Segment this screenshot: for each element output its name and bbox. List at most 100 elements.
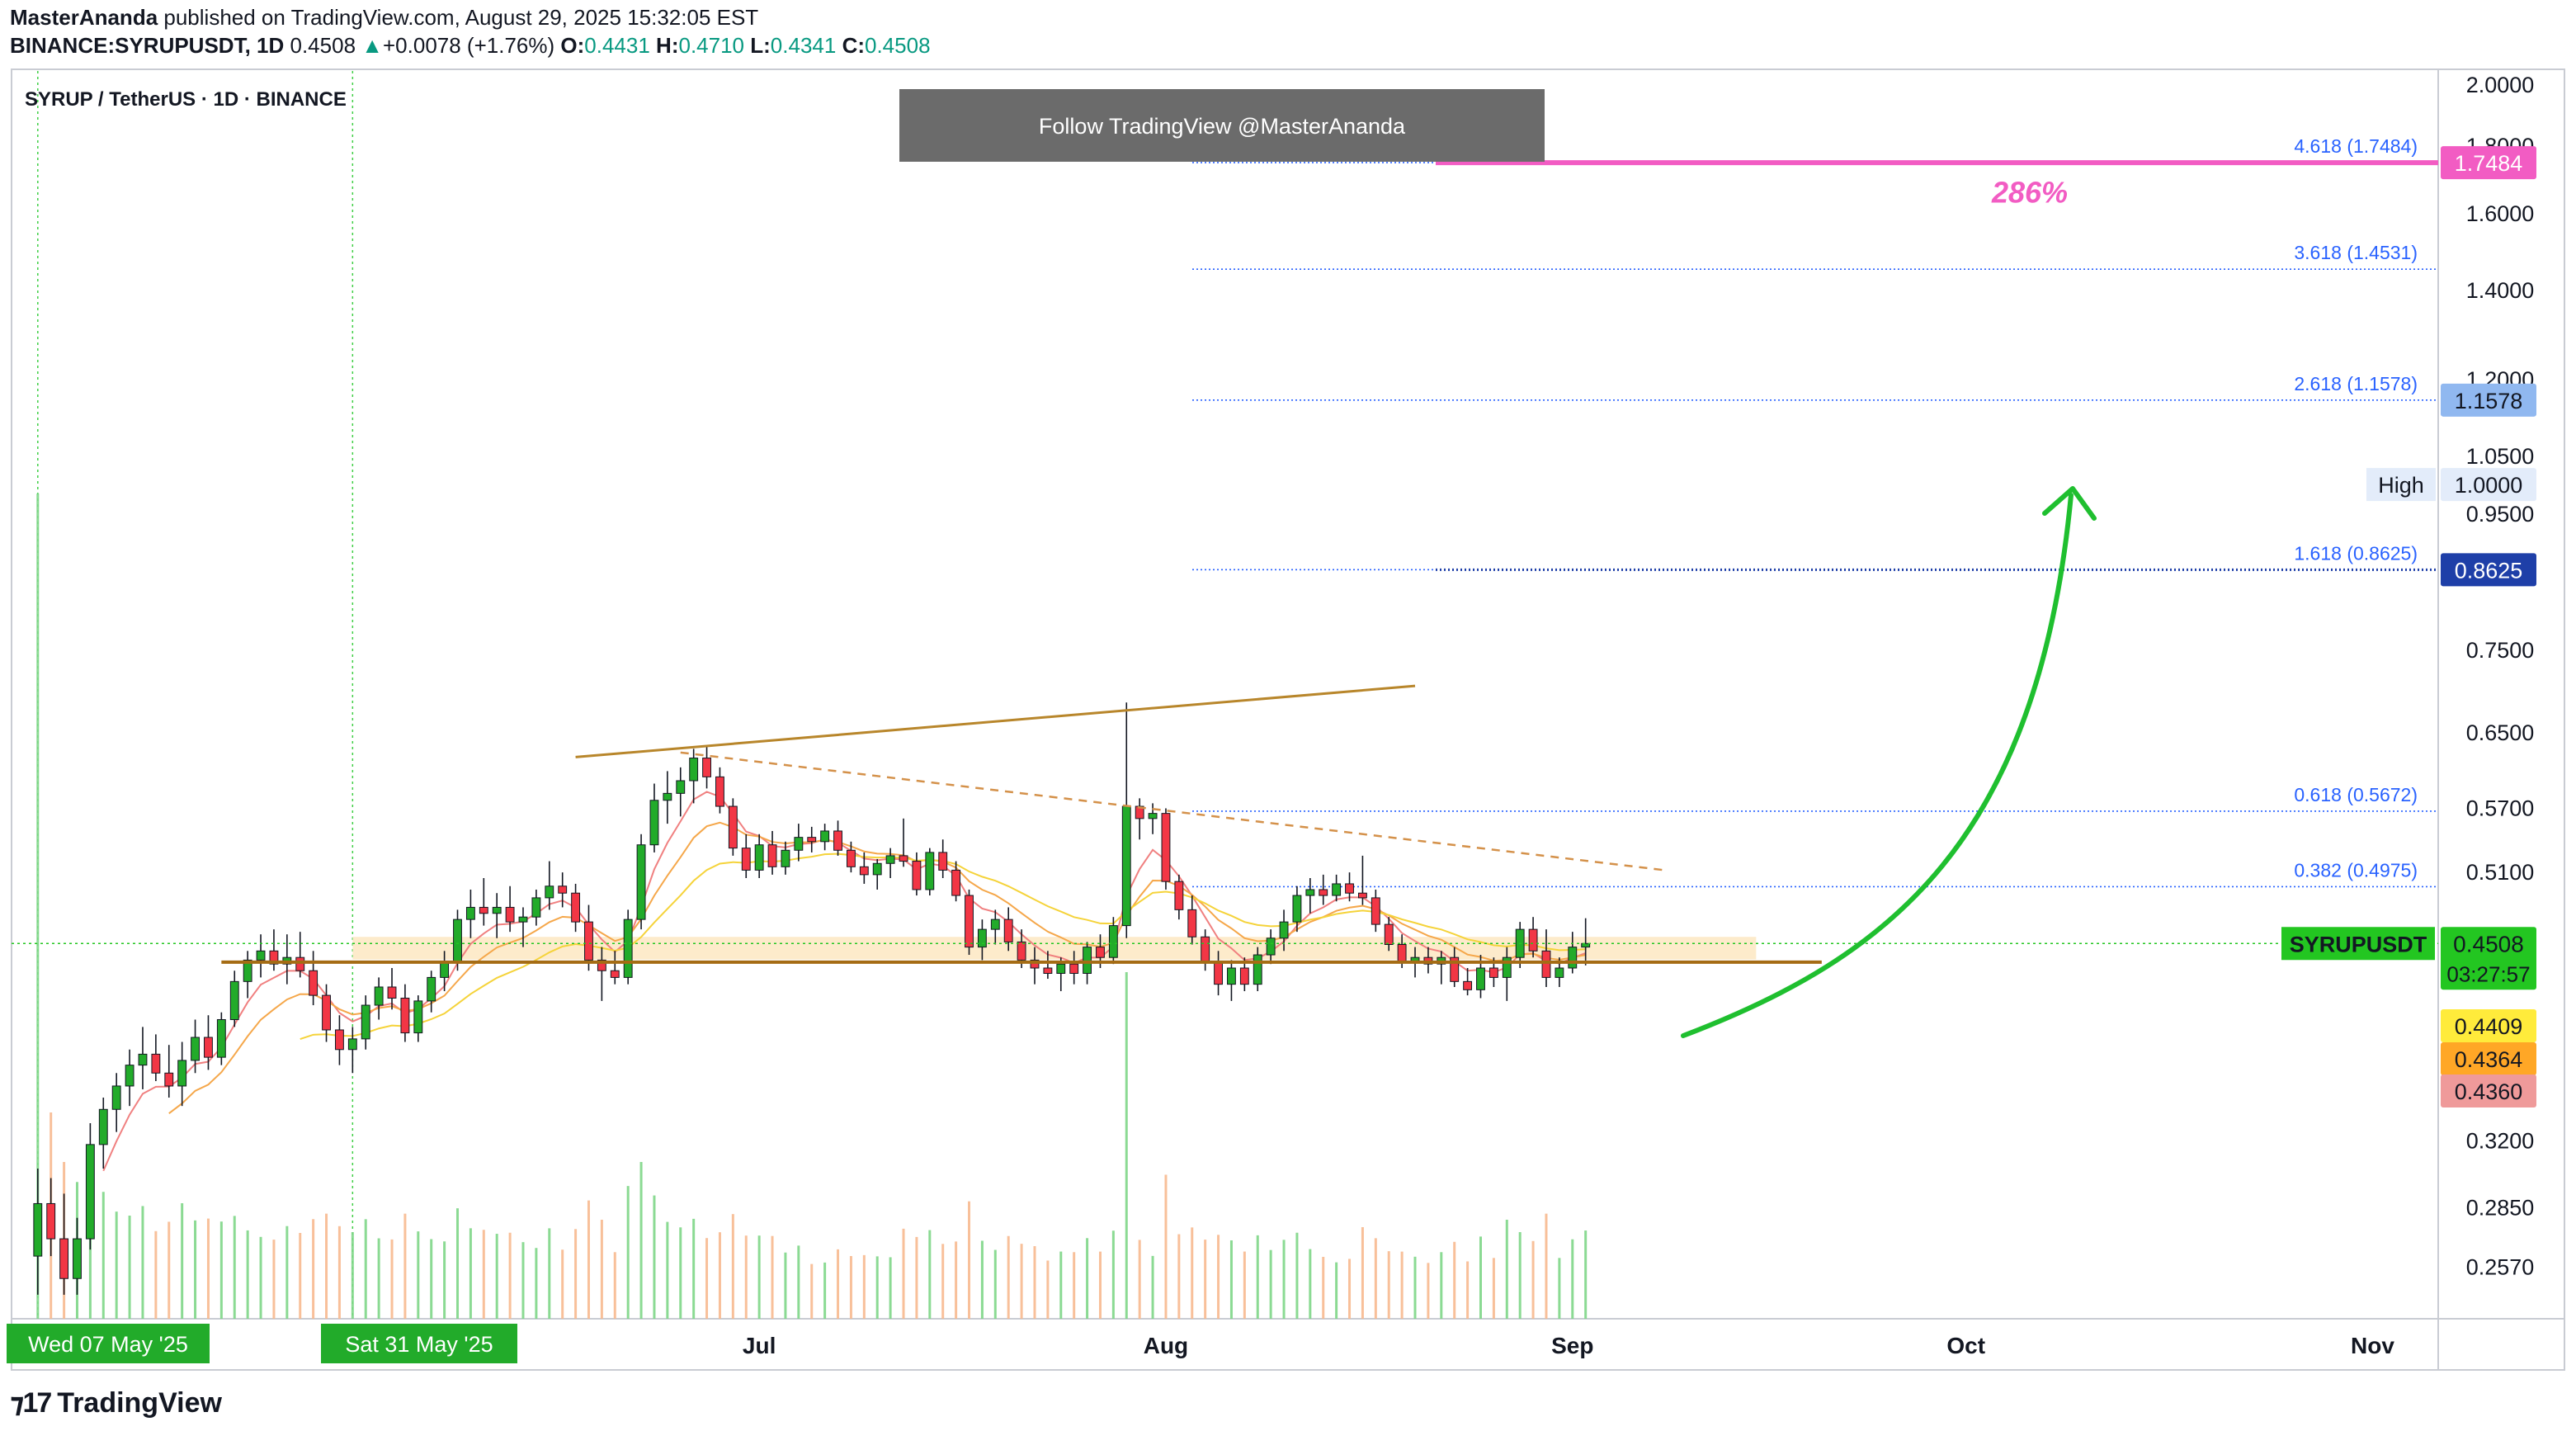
volume-bar: [587, 1200, 590, 1319]
candle[interactable]: [938, 839, 948, 879]
price-axis-label: 0.4360: [2455, 1079, 2523, 1104]
candle[interactable]: [1319, 874, 1328, 905]
candle[interactable]: [885, 848, 895, 879]
candle[interactable]: [531, 889, 541, 926]
candle[interactable]: [925, 848, 935, 896]
candle[interactable]: [872, 858, 882, 890]
candle-body: [125, 1065, 134, 1087]
candle-body: [899, 855, 908, 862]
candle[interactable]: [269, 929, 279, 971]
candle[interactable]: [427, 971, 436, 1013]
candle[interactable]: [728, 798, 738, 856]
candle[interactable]: [309, 951, 318, 1006]
candle[interactable]: [1227, 960, 1236, 1001]
candle[interactable]: [361, 995, 370, 1050]
candle-body: [925, 852, 935, 890]
candle[interactable]: [1187, 895, 1197, 945]
candle[interactable]: [794, 824, 804, 862]
candle[interactable]: [741, 834, 751, 879]
candle[interactable]: [125, 1049, 134, 1107]
volume-bar: [1505, 1220, 1508, 1319]
candle[interactable]: [912, 852, 922, 896]
candle[interactable]: [295, 932, 305, 978]
candle[interactable]: [951, 861, 961, 902]
candle[interactable]: [1463, 967, 1473, 996]
candle[interactable]: [229, 971, 239, 1027]
x-tick-label: Jul: [743, 1333, 776, 1358]
candle[interactable]: [151, 1034, 161, 1082]
candle-body: [872, 862, 882, 876]
candle[interactable]: [1357, 855, 1367, 905]
candle[interactable]: [965, 889, 974, 956]
candle[interactable]: [1371, 889, 1380, 933]
volume-bar: [1361, 1227, 1364, 1319]
candle[interactable]: [98, 1097, 108, 1169]
candle[interactable]: [715, 767, 724, 814]
candle-body: [1214, 962, 1223, 985]
candle[interactable]: [899, 818, 908, 867]
resistance-trendline[interactable]: [575, 684, 1416, 758]
candle[interactable]: [545, 861, 554, 910]
candle[interactable]: [623, 909, 633, 985]
candle[interactable]: [111, 1073, 121, 1132]
candle[interactable]: [676, 767, 686, 817]
candle[interactable]: [663, 771, 672, 824]
y-tick-label: 0.6500: [2466, 720, 2535, 745]
volume-bar: [1086, 1238, 1089, 1319]
candle[interactable]: [400, 984, 410, 1042]
tradingview-logo[interactable]: ⁊17 TradingView: [10, 1386, 222, 1419]
candle[interactable]: [1201, 929, 1210, 971]
candle[interactable]: [256, 934, 266, 978]
candle[interactable]: [492, 893, 502, 938]
candle[interactable]: [243, 951, 252, 999]
candle[interactable]: [1292, 886, 1302, 933]
candle[interactable]: [85, 1123, 95, 1250]
candle[interactable]: [138, 1027, 148, 1089]
candle[interactable]: [347, 1027, 357, 1074]
candle-body: [1043, 967, 1053, 974]
candle[interactable]: [767, 830, 777, 875]
candle[interactable]: [754, 834, 764, 879]
candle[interactable]: [413, 995, 423, 1042]
candle-body: [1227, 967, 1236, 985]
candle[interactable]: [33, 1168, 43, 1295]
candle-body: [98, 1108, 108, 1145]
candle[interactable]: [164, 1045, 174, 1098]
candle[interactable]: [689, 749, 699, 804]
candle[interactable]: [1332, 874, 1342, 902]
candle[interactable]: [59, 1193, 69, 1295]
candle[interactable]: [702, 746, 711, 789]
candle[interactable]: [636, 834, 646, 930]
candle[interactable]: [335, 1015, 344, 1065]
candle[interactable]: [1161, 808, 1171, 890]
candle[interactable]: [1148, 803, 1158, 834]
candle-body: [46, 1202, 56, 1240]
candle[interactable]: [505, 886, 515, 933]
candle[interactable]: [73, 1217, 82, 1295]
candle[interactable]: [820, 824, 830, 851]
candle[interactable]: [374, 977, 384, 1020]
volume-bar: [1374, 1238, 1377, 1319]
candle[interactable]: [1121, 702, 1131, 938]
candle[interactable]: [46, 1178, 56, 1257]
candle[interactable]: [191, 1019, 200, 1074]
candle[interactable]: [177, 1041, 187, 1107]
volume-bar: [1322, 1256, 1325, 1319]
candle[interactable]: [479, 878, 488, 926]
volume-bar: [1387, 1251, 1390, 1319]
candle[interactable]: [1305, 878, 1315, 914]
candle[interactable]: [571, 883, 581, 933]
volume-bar: [101, 1192, 105, 1319]
candle[interactable]: [282, 934, 292, 985]
high-tag-label: High: [2378, 473, 2424, 498]
descending-trendline[interactable]: [680, 751, 1665, 871]
candle[interactable]: [807, 826, 817, 852]
candle-body: [229, 980, 239, 1020]
candle[interactable]: [1174, 874, 1184, 920]
candle[interactable]: [833, 820, 842, 856]
candle[interactable]: [649, 783, 659, 852]
candle[interactable]: [465, 889, 475, 938]
candle[interactable]: [1135, 798, 1144, 840]
candle[interactable]: [216, 1012, 226, 1065]
price-chart[interactable]: 4.618 (1.7484) 3.618 (1.4531) 2.618 (1.157…: [0, 0, 2576, 1431]
